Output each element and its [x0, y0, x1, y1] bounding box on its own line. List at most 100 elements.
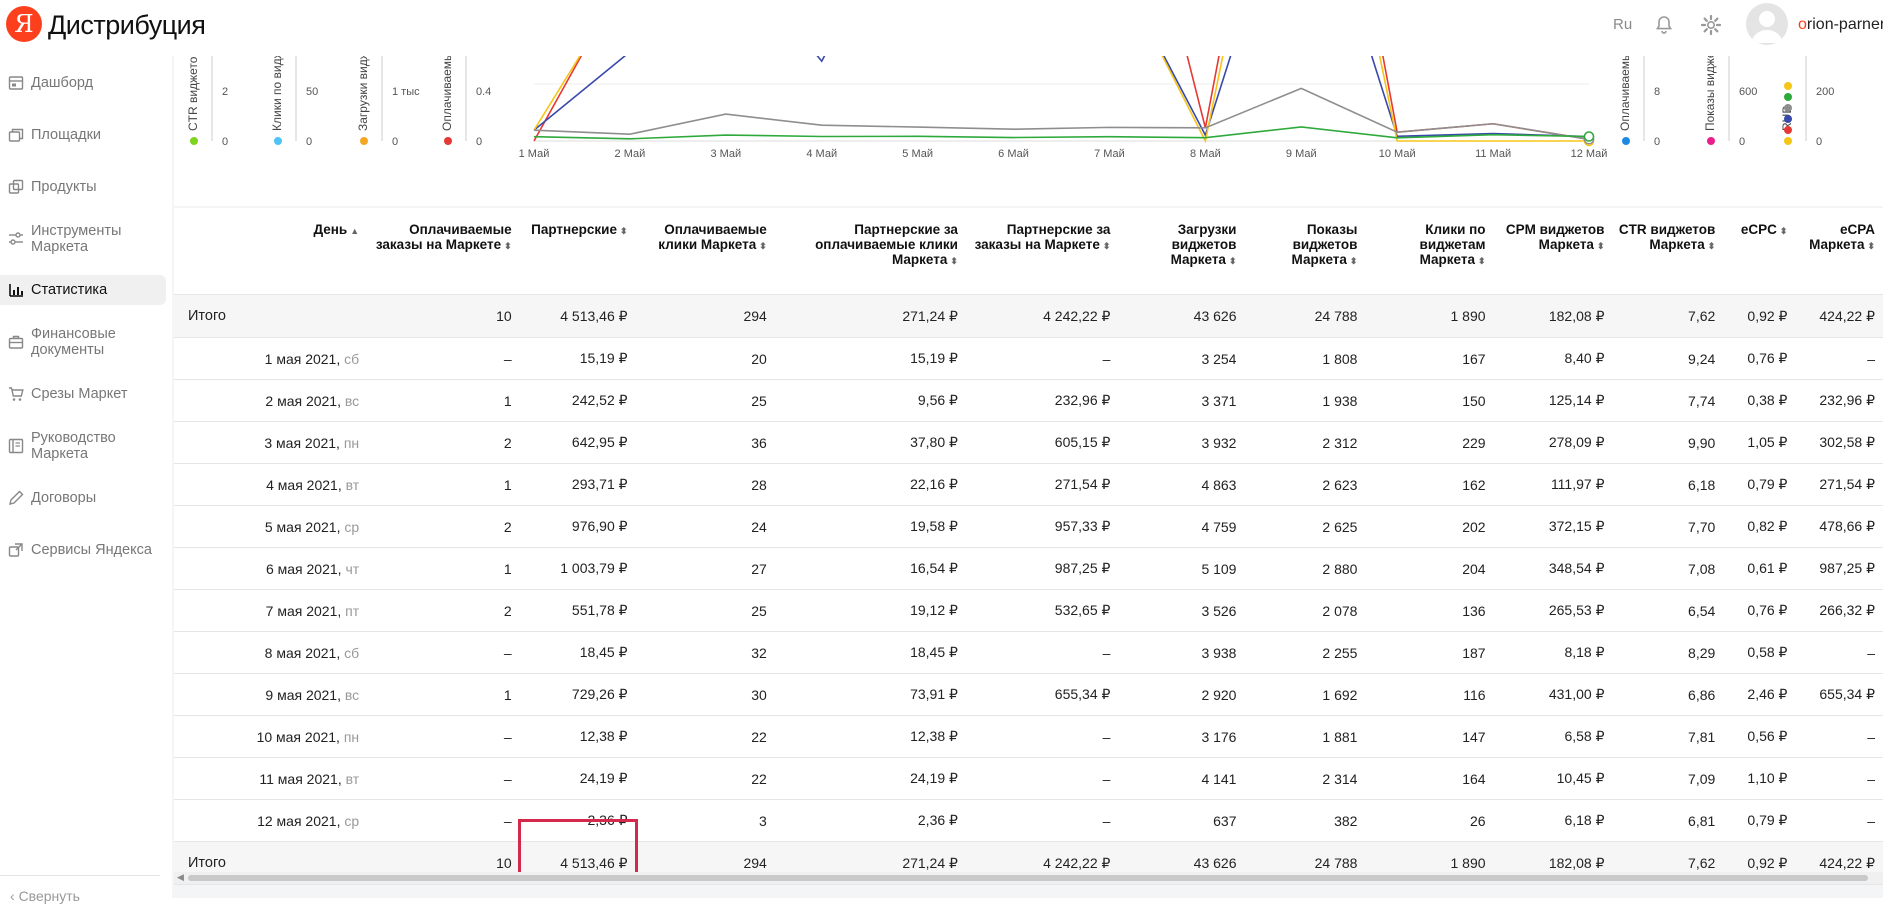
- table-cell: 1 890: [1365, 294, 1494, 338]
- table-cell: 265,53 ₽: [1493, 589, 1613, 632]
- x-tick-label: 2 Май: [615, 148, 646, 160]
- axis-label: Оплачиваемые кл: [1618, 56, 1632, 131]
- table-cell: 4 863: [1118, 463, 1245, 506]
- table-cell: 242,52 ₽: [519, 379, 636, 422]
- username[interactable]: orion-parners: [1798, 16, 1883, 34]
- table-cell: 10: [367, 294, 520, 338]
- x-tick-label: 12 Май: [1571, 148, 1608, 160]
- table-cell: 605,15 ₽: [965, 421, 1119, 464]
- app-title[interactable]: Дистрибуция: [48, 8, 206, 42]
- sort-icon[interactable]: ⬍: [1867, 241, 1875, 251]
- table-cell: 3 932: [1118, 421, 1245, 464]
- sort-icon[interactable]: ⬍: [504, 241, 512, 251]
- column-header[interactable]: Партнерские за оплачиваемые клики Маркет…: [774, 208, 966, 295]
- scroll-left-icon[interactable]: ◀: [177, 872, 184, 883]
- sort-icon[interactable]: ▲: [350, 226, 359, 236]
- axis-tick: 0.4: [476, 86, 491, 98]
- sort-icon[interactable]: ⬍: [1478, 256, 1486, 266]
- bell-icon[interactable]: [1652, 13, 1676, 37]
- sort-icon[interactable]: ⬍: [1597, 241, 1605, 251]
- sort-icon[interactable]: ⬍: [950, 256, 958, 266]
- cart-icon: [8, 386, 24, 402]
- table-cell: 12,38 ₽: [774, 715, 966, 758]
- table-row: 10 мая 2021, пн –12,38 ₽22 12,38 ₽ –3 176 1 …: [174, 715, 1883, 758]
- table-cell: 4 759: [1118, 505, 1245, 548]
- sort-icon[interactable]: ⬍: [1708, 241, 1716, 251]
- column-header[interactable]: CTR виджетов Маркета ⬍: [1612, 208, 1724, 295]
- collapse-sidebar-button[interactable]: ‹ Свернуть: [10, 888, 80, 904]
- table-cell: –: [1795, 631, 1883, 674]
- series-line: [533, 56, 1590, 138]
- column-header[interactable]: День ▲: [174, 208, 368, 295]
- axis-tick: 50: [306, 86, 318, 98]
- table-cell: 1 692: [1244, 673, 1366, 716]
- yandex-logo[interactable]: Я: [6, 6, 42, 42]
- table-cell: –: [965, 715, 1119, 758]
- table-cell: 4 242,22 ₽: [965, 294, 1119, 338]
- date-cell: 4 мая 2021, вт: [174, 463, 368, 506]
- language-switch[interactable]: Ru: [1613, 16, 1632, 33]
- table-cell: 150: [1365, 379, 1494, 422]
- table-cell: 1,05 ₽: [1723, 421, 1796, 464]
- tools-icon: [8, 231, 24, 247]
- column-header[interactable]: Оплачиваемые клики Маркета ⬍: [635, 208, 775, 295]
- column-header[interactable]: Клики по виджетам Маркета ⬍: [1365, 208, 1494, 295]
- sort-icon[interactable]: ⬍: [1350, 256, 1358, 266]
- table-cell: 348,54 ₽: [1493, 547, 1613, 590]
- briefcase-icon: [8, 334, 24, 350]
- table-cell: 136: [1365, 589, 1494, 632]
- table-cell: 424,22 ₽: [1795, 294, 1883, 338]
- table-cell: 15,19 ₽: [519, 337, 636, 380]
- table-cell: 271,54 ₽: [1795, 463, 1883, 506]
- sidebar-item-statistics[interactable]: Статистика: [0, 275, 166, 305]
- products-icon: [8, 179, 24, 195]
- table-cell: 271,54 ₽: [965, 463, 1119, 506]
- column-header[interactable]: eCPC ⬍: [1723, 208, 1796, 295]
- x-tick-label: 4 Май: [806, 148, 837, 160]
- table-cell: 167: [1365, 337, 1494, 380]
- x-tick-label: 3 Май: [710, 148, 741, 160]
- sort-icon[interactable]: ⬍: [620, 226, 628, 236]
- table-cell: 1: [367, 379, 520, 422]
- chart.right-axis-1: Показы виджетов 600 0: [1703, 56, 1757, 148]
- column-header[interactable]: eCPA Маркета ⬍: [1795, 208, 1883, 295]
- table-cell: 8,29: [1612, 631, 1724, 674]
- table-cell: 302,58 ₽: [1795, 421, 1883, 464]
- column-header[interactable]: Показы виджетов Маркета ⬍: [1244, 208, 1366, 295]
- avatar[interactable]: [1746, 3, 1788, 45]
- table-row: 2 мая 2021, вс 1 242,52 ₽25 9,56 ₽232,96 ₽3…: [174, 379, 1883, 422]
- table-cell: –: [1795, 799, 1883, 842]
- table-cell: 3 938: [1118, 631, 1245, 674]
- column-header[interactable]: Партнерские за заказы на Маркете ⬍: [965, 208, 1119, 295]
- column-header[interactable]: Загрузки виджетов Маркета ⬍: [1118, 208, 1245, 295]
- table-cell: 372,15 ₽: [1493, 505, 1613, 548]
- date-cell: 2 мая 2021, вс: [174, 379, 368, 422]
- gear-icon[interactable]: [1699, 13, 1723, 37]
- series-line: [533, 87, 1590, 141]
- table-cell: 2 920: [1118, 673, 1245, 716]
- legend-dot: [1622, 137, 1630, 145]
- sort-icon[interactable]: ⬍: [1229, 256, 1237, 266]
- sort-icon[interactable]: ⬍: [1103, 241, 1111, 251]
- table-cell: 3 526: [1118, 589, 1245, 632]
- sort-icon[interactable]: ⬍: [1780, 226, 1788, 236]
- date-cell: 8 мая 2021, сб: [174, 631, 368, 674]
- table-cell: 1,10 ₽: [1723, 757, 1796, 800]
- table-cell: 20: [635, 337, 775, 380]
- table-cell: 431,00 ₽: [1493, 673, 1613, 716]
- horizontal-scrollbar[interactable]: ◀: [174, 872, 1883, 884]
- x-tick-label: 5 Май: [902, 148, 933, 160]
- table-cell: 18,45 ₽: [774, 631, 966, 674]
- legend-dot: [360, 137, 368, 145]
- column-header[interactable]: Партнерские ⬍: [519, 208, 636, 295]
- table-cell: 7,09: [1612, 757, 1724, 800]
- table-row: 7 мая 2021, пт 2 551,78 ₽25 19,12 ₽532,65 ₽…: [174, 589, 1883, 632]
- table-cell: 2 255: [1244, 631, 1366, 674]
- date-cell: 5 мая 2021, ср: [174, 505, 368, 548]
- sort-icon[interactable]: ⬍: [759, 241, 767, 251]
- scrollbar-thumb[interactable]: [188, 875, 1868, 881]
- column-header[interactable]: CPM виджетов Маркета ⬍: [1493, 208, 1613, 295]
- table-cell: –: [965, 799, 1119, 842]
- column-header[interactable]: Оплачиваемые заказы на Маркете ⬍: [367, 208, 520, 295]
- table-cell: 6,86: [1612, 673, 1724, 716]
